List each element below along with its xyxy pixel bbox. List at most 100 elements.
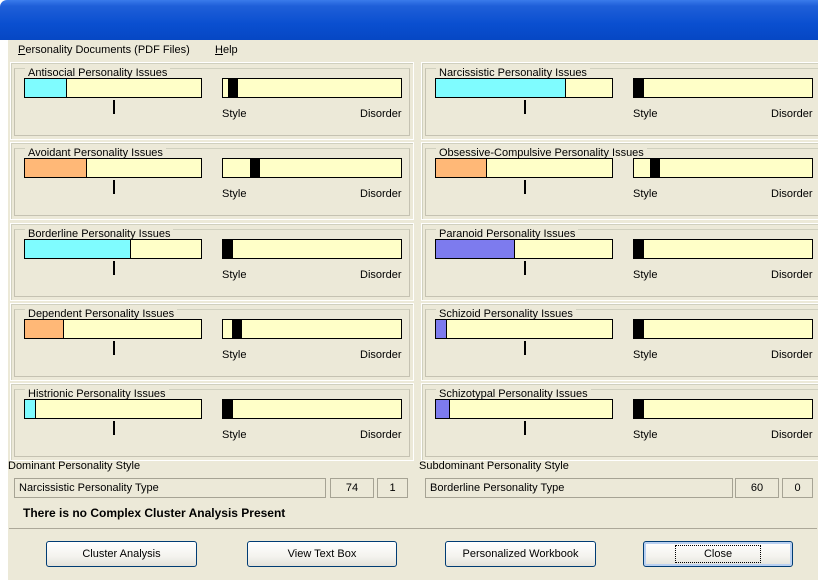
group-narcissistic: Narcissistic Personality Issues Style Diso… xyxy=(421,62,818,140)
issue-level-bar xyxy=(24,78,202,98)
style-label: Style xyxy=(222,349,247,361)
close-button-label: Close xyxy=(674,545,762,563)
issue-level-bar xyxy=(24,319,202,339)
disorder-label: Disorder xyxy=(771,269,813,281)
style-disorder-marker xyxy=(223,240,233,258)
style-disorder-bar xyxy=(222,239,402,259)
main-window: Personality Documents (PDF Files) Help A… xyxy=(8,40,818,580)
issue-level-fill xyxy=(436,240,516,258)
disorder-label: Disorder xyxy=(771,429,813,441)
disorder-label: Disorder xyxy=(360,269,402,281)
disorder-label: Disorder xyxy=(360,349,402,361)
menu-help[interactable]: Help xyxy=(215,44,238,56)
issue-level-bar xyxy=(435,239,613,259)
subdominant-type-field: Borderline Personality Type xyxy=(425,478,733,498)
disorder-label: Disorder xyxy=(771,108,813,120)
subdominant-rank-field: 0 xyxy=(782,478,813,498)
disorder-label: Disorder xyxy=(360,188,402,200)
disorder-label: Disorder xyxy=(771,349,813,361)
cluster-analysis-button[interactable]: Cluster Analysis xyxy=(46,541,197,567)
issue-level-fill xyxy=(436,159,488,177)
group-paranoid: Paranoid Personality Issues Style Disorder xyxy=(421,223,818,301)
subdominant-score-field: 60 xyxy=(735,478,779,498)
dominant-score-field: 74 xyxy=(330,478,374,498)
style-disorder-bar xyxy=(633,158,813,178)
group-dependent: Dependent Personality Issues Style Disorde… xyxy=(10,303,414,381)
midpoint-tick xyxy=(524,261,526,275)
midpoint-tick xyxy=(524,421,526,435)
complex-cluster-message: There is no Complex Cluster Analysis Pre… xyxy=(23,506,286,520)
menu-personality-documents[interactable]: Personality Documents (PDF Files) xyxy=(18,44,190,56)
group-schizotypal: Schizotypal Personality Issues Style Disor… xyxy=(421,383,818,461)
style-label: Style xyxy=(633,269,658,281)
midpoint-tick xyxy=(524,180,526,194)
style-disorder-bar xyxy=(633,399,813,419)
issue-level-bar xyxy=(24,399,202,419)
window-titlebar[interactable] xyxy=(0,0,818,40)
style-label: Style xyxy=(633,429,658,441)
style-disorder-marker xyxy=(634,400,644,418)
midpoint-tick xyxy=(113,421,115,435)
style-disorder-bar xyxy=(633,78,813,98)
close-button[interactable]: Close xyxy=(643,541,793,567)
disorder-label: Disorder xyxy=(360,429,402,441)
view-text-box-button[interactable]: View Text Box xyxy=(247,541,397,567)
style-disorder-bar xyxy=(633,319,813,339)
disorder-label: Disorder xyxy=(360,108,402,120)
style-label: Style xyxy=(222,429,247,441)
group-histrionic: Histrionic Personality Issues Style Disord… xyxy=(10,383,414,461)
style-disorder-marker xyxy=(231,320,242,338)
menu-help-label: elp xyxy=(222,44,238,56)
issue-level-fill xyxy=(25,159,87,177)
midpoint-tick xyxy=(524,341,526,355)
style-disorder-marker xyxy=(650,159,661,177)
style-disorder-marker xyxy=(634,240,644,258)
midpoint-tick xyxy=(113,261,115,275)
issue-level-fill xyxy=(436,320,447,338)
style-disorder-bar xyxy=(633,239,813,259)
issue-level-fill xyxy=(436,79,567,97)
midpoint-tick xyxy=(524,100,526,114)
issue-level-bar xyxy=(435,319,613,339)
menu-personality-documents-label: ersonality Documents (PDF Files) xyxy=(25,44,190,56)
midpoint-tick xyxy=(113,100,115,114)
style-disorder-marker xyxy=(223,400,233,418)
menu-bar: Personality Documents (PDF Files) Help xyxy=(8,40,818,60)
style-disorder-marker xyxy=(634,79,644,97)
group-antisocial: Antisocial Personality Issues Style Disord… xyxy=(10,62,414,140)
style-disorder-marker xyxy=(249,159,260,177)
style-label: Style xyxy=(633,188,658,200)
issue-level-bar xyxy=(435,158,613,178)
issue-level-bar xyxy=(435,78,613,98)
style-disorder-bar xyxy=(222,319,402,339)
issue-level-fill xyxy=(25,400,36,418)
style-disorder-marker xyxy=(228,79,239,97)
issue-level-bar xyxy=(435,399,613,419)
button-panel: Cluster Analysis View Text Box Personali… xyxy=(9,528,817,581)
style-disorder-bar xyxy=(222,78,402,98)
dominant-style-label: Dominant Personality Style xyxy=(8,460,141,472)
dominant-rank-field: 1 xyxy=(377,478,408,498)
issue-level-fill xyxy=(25,79,68,97)
group-borderline: Borderline Personality Issues Style Disord… xyxy=(10,223,414,301)
dominant-type-field: Narcissistic Personality Type xyxy=(14,478,326,498)
style-label: Style xyxy=(222,188,247,200)
group-obsessive-compulsive: Obsessive-Compulsive Personality Issues S… xyxy=(421,142,818,220)
subdominant-style-label: Subdominant Personality Style xyxy=(419,460,569,472)
personalized-workbook-button[interactable]: Personalized Workbook xyxy=(445,541,596,567)
style-label: Style xyxy=(222,269,247,281)
style-label: Style xyxy=(222,108,247,120)
issue-level-fill xyxy=(25,240,131,258)
style-disorder-marker xyxy=(634,320,644,338)
disorder-label: Disorder xyxy=(771,188,813,200)
midpoint-tick xyxy=(113,180,115,194)
style-disorder-bar xyxy=(222,399,402,419)
style-label: Style xyxy=(633,349,658,361)
issue-level-bar xyxy=(24,158,202,178)
menu-mnemonic: H xyxy=(215,44,223,56)
group-avoidant: Avoidant Personality Issues Style Disorder xyxy=(10,142,414,220)
midpoint-tick xyxy=(113,341,115,355)
issue-level-fill xyxy=(25,320,64,338)
style-disorder-bar xyxy=(222,158,402,178)
issue-level-bar xyxy=(24,239,202,259)
